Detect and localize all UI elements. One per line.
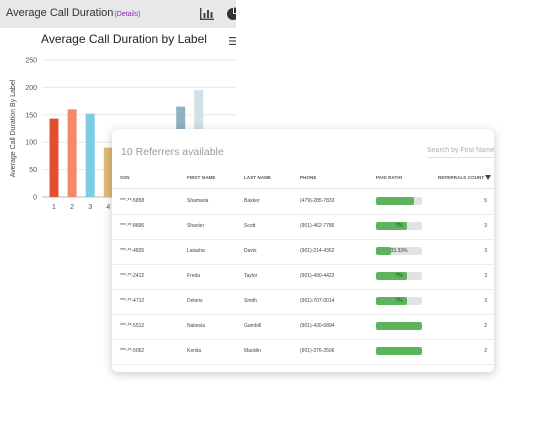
paid-ratio-bar [376, 347, 422, 355]
cell-last-name: Gambill [244, 323, 261, 329]
cell-last-name: Macklin [244, 348, 261, 354]
paid-ratio-bar: 33.33% [376, 247, 422, 255]
details-link[interactable]: (Details) [114, 11, 140, 18]
cell-last-name: Taylor [244, 273, 258, 279]
cell-first-name: Kenita [187, 348, 202, 354]
widget-title-text: Average Call Duration [6, 7, 114, 19]
paid-ratio-fill [376, 347, 422, 355]
cell-referrals-count: 2 [484, 323, 487, 329]
cell-first-name: Shanier [187, 223, 205, 229]
column-header-last-name[interactable]: LAST NAME [244, 175, 271, 180]
cell-phone: (901)-376-2506 [300, 348, 335, 354]
column-header-phone[interactable]: PHONE [300, 175, 317, 180]
cell-referrals-count: 3 [484, 248, 487, 254]
y-tick-label: 200 [25, 85, 37, 92]
cell-phone: (901)-490-4422 [300, 273, 335, 279]
search-input[interactable] [427, 143, 494, 158]
paid-ratio-fill [376, 322, 422, 330]
chart-widget-header: Average Call Duration(Details) [0, 0, 236, 28]
cell-phone: (901)-707-0014 [300, 298, 335, 304]
cell-first-name: Nakesia [187, 323, 206, 329]
y-tick-label: 0 [33, 195, 37, 202]
hamburger-menu-icon[interactable] [229, 36, 236, 46]
table-row[interactable]: ***-**-2412 Freda Taylor (901)-490-4422 7% 3 [112, 264, 494, 290]
cell-first-name: Deloris [187, 298, 203, 304]
bar[interactable] [67, 109, 77, 197]
column-header-referrals-count[interactable]: REFERRALS COUNT [438, 175, 484, 180]
cell-phone: (901)-430-6894 [300, 323, 335, 329]
table-row[interactable]: ***-**-8896 Shanier Scott (901)-462-7786 7% 3 [112, 214, 494, 240]
cell-referrals-count: 3 [484, 298, 487, 304]
column-header-first-name[interactable]: FIRST NAME [187, 175, 216, 180]
x-tick-label: 3 [88, 204, 92, 211]
cell-referrals-count: 2 [484, 348, 487, 354]
y-tick-label: 100 [25, 140, 37, 147]
cell-ssn: ***-**-5062 [120, 348, 145, 354]
paid-ratio-fill [376, 197, 414, 205]
cell-referrals-count: 3 [484, 223, 487, 229]
paid-ratio-bar [376, 322, 422, 330]
x-tick-label: 1 [52, 204, 56, 211]
paid-ratio-label: 7% [395, 298, 403, 304]
x-tick-label: 2 [70, 204, 74, 211]
paid-ratio-label: 7% [395, 223, 403, 229]
cell-first-name: Latasha [187, 248, 205, 254]
cell-last-name: Davis [244, 248, 257, 254]
cell-referrals-count: 5 [484, 198, 487, 204]
paid-ratio-bar: 7% [376, 222, 422, 230]
cell-phone: (479)-285-7833 [300, 198, 335, 204]
y-tick-label: 50 [29, 167, 37, 174]
cell-last-name: Basker [244, 198, 260, 204]
cell-ssn: ***-**-4712 [120, 298, 145, 304]
cell-ssn: ***-**-5512 [120, 323, 145, 329]
paid-ratio-bar [376, 197, 422, 205]
y-tick-label: 150 [25, 112, 37, 119]
cell-ssn: ***-**-5858 [120, 198, 145, 204]
table-row[interactable]: ***-**-5062 Kenita Macklin (901)-376-2506 2 [112, 339, 494, 365]
table-row[interactable] [112, 364, 494, 372]
cell-phone: (901)-462-7786 [300, 223, 335, 229]
bar[interactable] [85, 113, 95, 197]
x-tick-label: 4 [106, 204, 110, 211]
table-row[interactable]: ***-**-5858 Shamaria Basker (479)-285-7833 5 [112, 189, 494, 215]
cell-first-name: Freda [187, 273, 201, 279]
paid-ratio-label: 33.33% [390, 248, 408, 254]
cell-ssn: ***-**-2412 [120, 273, 145, 279]
table-row[interactable]: ***-**-4712 Deloris Smith (901)-707-0014 7% 3 [112, 289, 494, 315]
chart-title: Average Call Duration by Label [41, 32, 207, 46]
cell-last-name: Smith [244, 298, 257, 304]
cell-ssn: ***-**-4835 [120, 248, 145, 254]
bar-chart-icon[interactable] [199, 7, 215, 21]
table-row[interactable]: ***-**-5512 Nakesia Gambill (901)-430-6894 2 [112, 314, 494, 340]
column-header-paid-ratio[interactable]: PAID RATIO [376, 175, 402, 180]
table-row[interactable]: ***-**-4835 Latasha Davis (901)-214-4362 33.… [112, 239, 494, 265]
cell-ssn: ***-**-8896 [120, 223, 145, 229]
sort-desc-icon[interactable] [485, 175, 491, 180]
y-axis-label: Average Call Duration By Label [10, 79, 17, 177]
paid-ratio-label: 7% [395, 273, 403, 279]
widget-title: Average Call Duration(Details) [6, 7, 140, 19]
cell-first-name: Shamaria [187, 198, 209, 204]
referrers-panel: 10 Referrers available SSN FIRST NAME LA… [112, 129, 494, 372]
y-tick-label: 250 [25, 58, 37, 65]
paid-ratio-bar: 7% [376, 297, 422, 305]
column-header-ssn[interactable]: SSN [120, 175, 130, 180]
bar[interactable] [49, 118, 59, 197]
cell-referrals-count: 3 [484, 273, 487, 279]
cell-last-name: Scott [244, 223, 256, 229]
pie-chart-icon[interactable] [226, 7, 236, 21]
cell-phone: (901)-214-4362 [300, 248, 335, 254]
paid-ratio-bar: 7% [376, 272, 422, 280]
referrers-title: 10 Referrers available [121, 146, 224, 158]
table-header: SSN FIRST NAME LAST NAME PHONE PAID RATI… [112, 167, 494, 189]
